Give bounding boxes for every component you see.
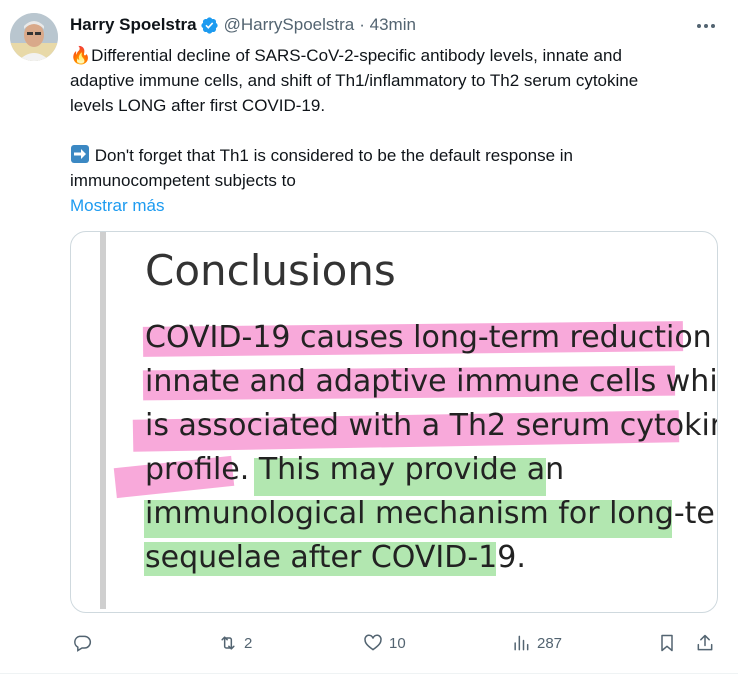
views-button[interactable]: 287 (511, 630, 562, 656)
more-options-button[interactable] (694, 16, 718, 36)
more-dots-icon (697, 24, 715, 28)
view-count: 287 (537, 634, 563, 652)
reply-icon (74, 635, 92, 652)
fire-emoji-icon: 🔥 (70, 46, 92, 65)
reply-button[interactable] (72, 630, 98, 656)
slide-text-line: sequelae after COVID-19. (145, 540, 526, 575)
slide-text-line: COVID-19 causes long-term reduction of (145, 320, 718, 355)
slide-title: Conclusions (145, 246, 396, 295)
share-button[interactable] (695, 630, 715, 656)
retweet-button[interactable]: 2 (218, 630, 252, 656)
tweet-image[interactable]: Conclusions COVID-19 causes long-term re… (70, 231, 718, 613)
right-arrow-emoji-icon (71, 145, 89, 163)
like-count: 10 (389, 634, 406, 652)
slide-text-line: innate and adaptive immune cells which (145, 364, 718, 399)
tweet-time[interactable]: · 43min (359, 15, 416, 35)
tweet-text-line: levels LONG after first COVID-19. (70, 96, 326, 115)
tweet-card[interactable]: Harry Spoelstra @HarrySpoelstra · 43min … (0, 0, 738, 674)
verified-badge-icon (201, 16, 218, 34)
author-handle[interactable]: @HarrySpoelstra (224, 15, 355, 35)
bar-chart-icon (514, 635, 529, 651)
tweet-text-line: Don't forget that Th1 is considered to b… (90, 146, 574, 165)
slide-text-line: is associated with a Th2 serum cytokine (145, 408, 718, 443)
bookmark-icon (661, 634, 673, 652)
like-button[interactable]: 10 (363, 630, 406, 656)
heart-icon (364, 634, 382, 651)
avatar[interactable] (10, 13, 58, 61)
tweet-text-line: adaptive immune cells, and shift of Th1/… (70, 71, 639, 90)
tweet-header: Harry Spoelstra @HarrySpoelstra · 43min (70, 14, 416, 36)
tweet-text: 🔥Differential decline of SARS-CoV-2-spec… (70, 43, 710, 193)
action-bar: 2 10 287 (70, 630, 720, 656)
retweet-count: 2 (244, 634, 253, 652)
slide-text-line: immunological mechanism for long-term (145, 496, 718, 531)
retweet-icon (221, 636, 235, 650)
tweet-text-line: immunocompetent subjects to (70, 171, 296, 190)
slide-text-line: profile. This may provide an (145, 452, 565, 487)
show-more-link[interactable]: Mostrar más (70, 193, 164, 218)
bookmark-button[interactable] (657, 630, 677, 656)
tweet-text-line: Differential decline of SARS-CoV-2-speci… (91, 46, 622, 65)
slide-side-bar (100, 232, 106, 609)
avatar-image (10, 13, 58, 61)
share-icon (697, 634, 713, 651)
author-name[interactable]: Harry Spoelstra (70, 15, 197, 35)
